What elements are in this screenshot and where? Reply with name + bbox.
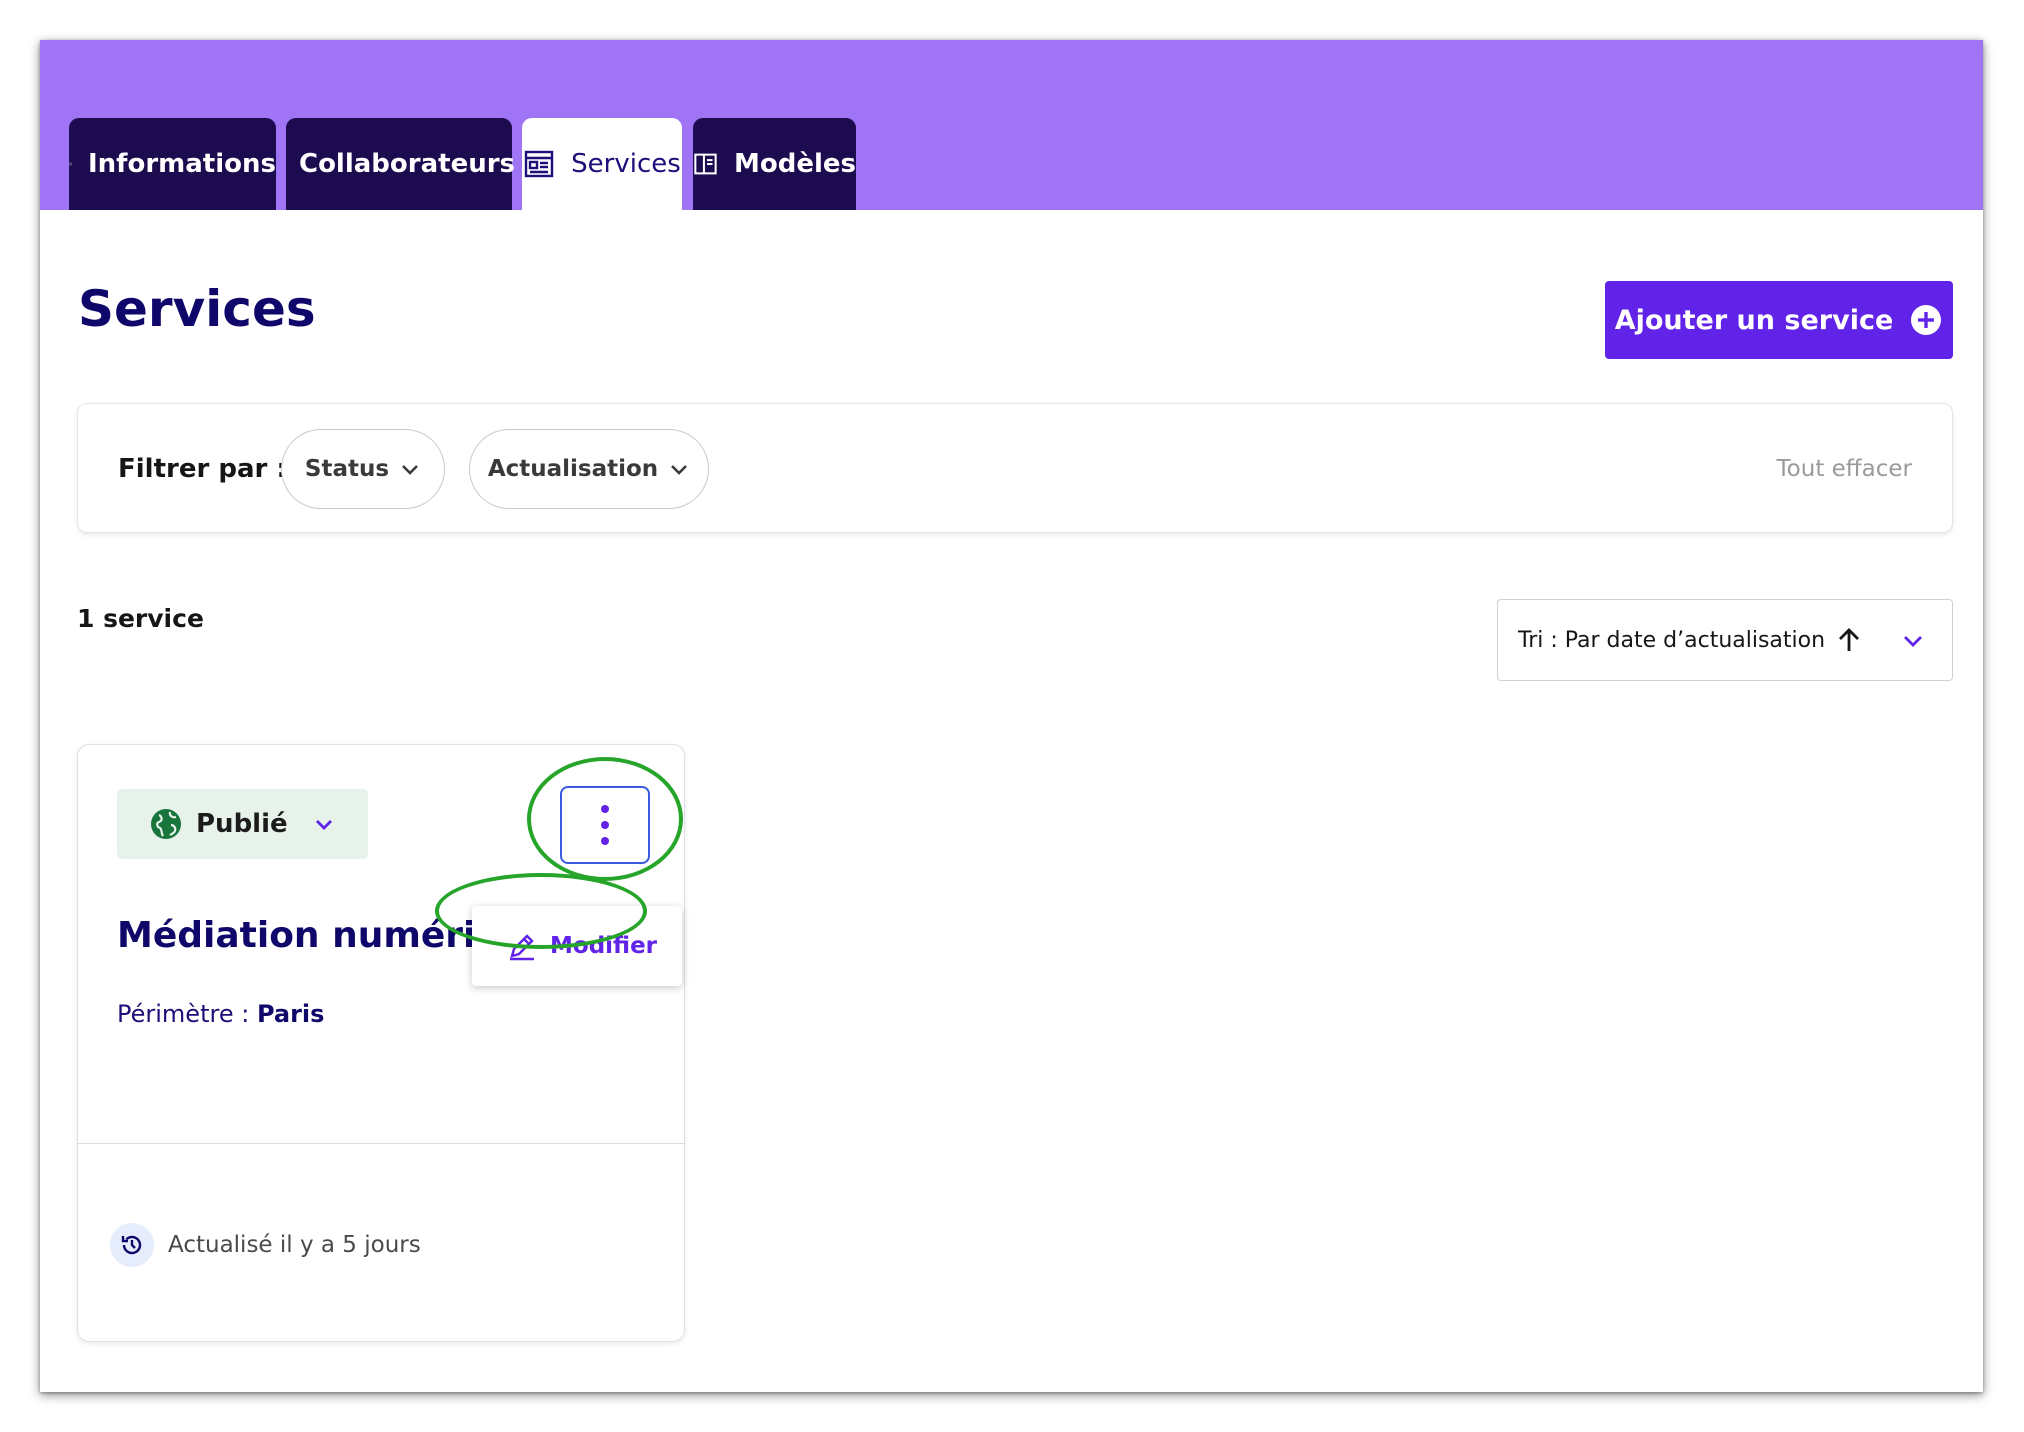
tab-collaborateurs-label: Collaborateurs <box>298 149 516 179</box>
plus-circle-icon <box>1911 305 1942 335</box>
page-title: Services <box>78 280 316 338</box>
chevron-down-icon <box>315 820 332 830</box>
chevron-down-icon <box>402 465 418 475</box>
results-count: 1 service <box>77 604 204 633</box>
service-card: Publié Médiation numérique Périmètre : P… <box>77 744 685 1342</box>
clear-filters-link[interactable]: Tout effacer <box>1777 456 1912 482</box>
chevron-down-icon <box>1904 636 1922 647</box>
card-divider <box>78 1143 684 1144</box>
info-icon <box>69 162 72 166</box>
add-service-button[interactable]: Ajouter un service <box>1605 281 1953 359</box>
actualisation-filter-label: Actualisation <box>487 456 659 482</box>
template-icon <box>694 153 717 175</box>
status-filter[interactable]: Status <box>281 429 445 509</box>
perimeter-label: Périmètre : <box>117 1000 250 1028</box>
tab-modeles-label: Modèles <box>733 149 856 179</box>
history-icon <box>121 1235 142 1255</box>
add-service-label: Ajouter un service <box>1614 304 1894 336</box>
status-filter-label: Status <box>304 456 390 482</box>
app-window: Informations Collaborateurs Services Mod… <box>40 40 1983 1392</box>
tab-services-label: Services <box>571 149 681 179</box>
history-badge <box>110 1223 154 1267</box>
status-dropdown[interactable]: Publié <box>117 789 368 859</box>
tab-services[interactable]: Services <box>522 118 682 210</box>
tab-modeles[interactable]: Modèles <box>693 118 856 210</box>
tab-collaborateurs[interactable]: Collaborateurs <box>286 118 516 210</box>
kebab-icon <box>601 805 609 845</box>
tab-informations-label: Informations <box>87 149 276 179</box>
chevron-down-icon <box>671 465 688 475</box>
sort-label: Tri : Par date d’actualisation <box>1518 627 1826 653</box>
filter-bar: Filtrer par : Status Actualisation Tout … <box>77 403 1953 533</box>
edit-menu-item[interactable]: Modifier <box>472 906 682 986</box>
arrow-up-icon <box>1839 628 1860 651</box>
filter-label: Filtrer par : <box>118 454 287 484</box>
updated-info: Actualisé il y a 5 jours <box>110 1223 421 1267</box>
updated-text: Actualisé il y a 5 jours <box>168 1232 421 1258</box>
more-options-button[interactable] <box>560 786 650 864</box>
globe-icon <box>151 809 181 839</box>
service-perimeter: Périmètre : Paris <box>117 1000 324 1028</box>
perimeter-value: Paris <box>256 1000 325 1028</box>
actualisation-filter[interactable]: Actualisation <box>469 429 709 509</box>
sort-select[interactable]: Tri : Par date d’actualisation <box>1497 599 1953 681</box>
edit-menu-label: Modifier <box>550 933 658 959</box>
status-label: Publié <box>196 809 288 839</box>
list-icon <box>524 150 554 178</box>
tab-informations[interactable]: Informations <box>69 118 276 210</box>
pencil-icon <box>510 934 534 961</box>
